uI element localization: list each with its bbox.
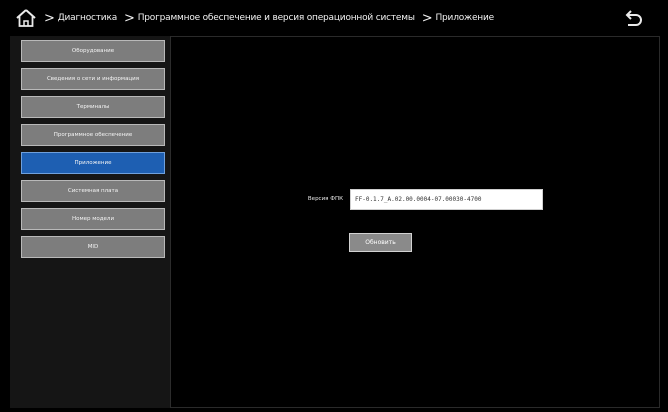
sidebar-item-hardware[interactable]: Оборудование bbox=[21, 40, 165, 62]
sidebar-item-system-board[interactable]: Системная плата bbox=[21, 180, 165, 202]
home-icon[interactable] bbox=[15, 8, 37, 28]
sidebar-item-model-number[interactable]: Номер модели bbox=[21, 208, 165, 230]
sidebar-item-mid[interactable]: MID bbox=[21, 236, 165, 258]
breadcrumb-item-software[interactable]: Программное обеспечение и версия операци… bbox=[138, 13, 415, 23]
back-arrow-icon[interactable] bbox=[622, 7, 644, 29]
update-button[interactable]: Обновить bbox=[349, 233, 412, 252]
sidebar-item-software[interactable]: Программное обеспечение bbox=[21, 124, 165, 146]
breadcrumb-item-diagnostics[interactable]: Диагностика bbox=[58, 13, 118, 23]
breadcrumb: > Диагностика > Программное обеспечение … bbox=[44, 0, 608, 36]
sidebar: Оборудование Сведения о сети и информаци… bbox=[10, 36, 171, 408]
chevron-right-icon: > bbox=[44, 10, 55, 26]
top-bar: > Диагностика > Программное обеспечение … bbox=[0, 0, 668, 36]
chevron-right-icon: > bbox=[124, 10, 135, 26]
firmware-version-label: Версия ФПК bbox=[307, 196, 343, 202]
breadcrumb-item-application: Приложение bbox=[435, 13, 494, 23]
firmware-version-field: FF-0.1.7_A.02.00.0004-07.00030-4700 bbox=[350, 189, 543, 210]
sidebar-item-network-info[interactable]: Сведения о сети и информация bbox=[21, 68, 165, 90]
sidebar-item-application[interactable]: Приложение bbox=[21, 152, 165, 174]
chevron-right-icon: > bbox=[421, 10, 433, 26]
sidebar-item-terminals[interactable]: Терминалы bbox=[21, 96, 165, 118]
